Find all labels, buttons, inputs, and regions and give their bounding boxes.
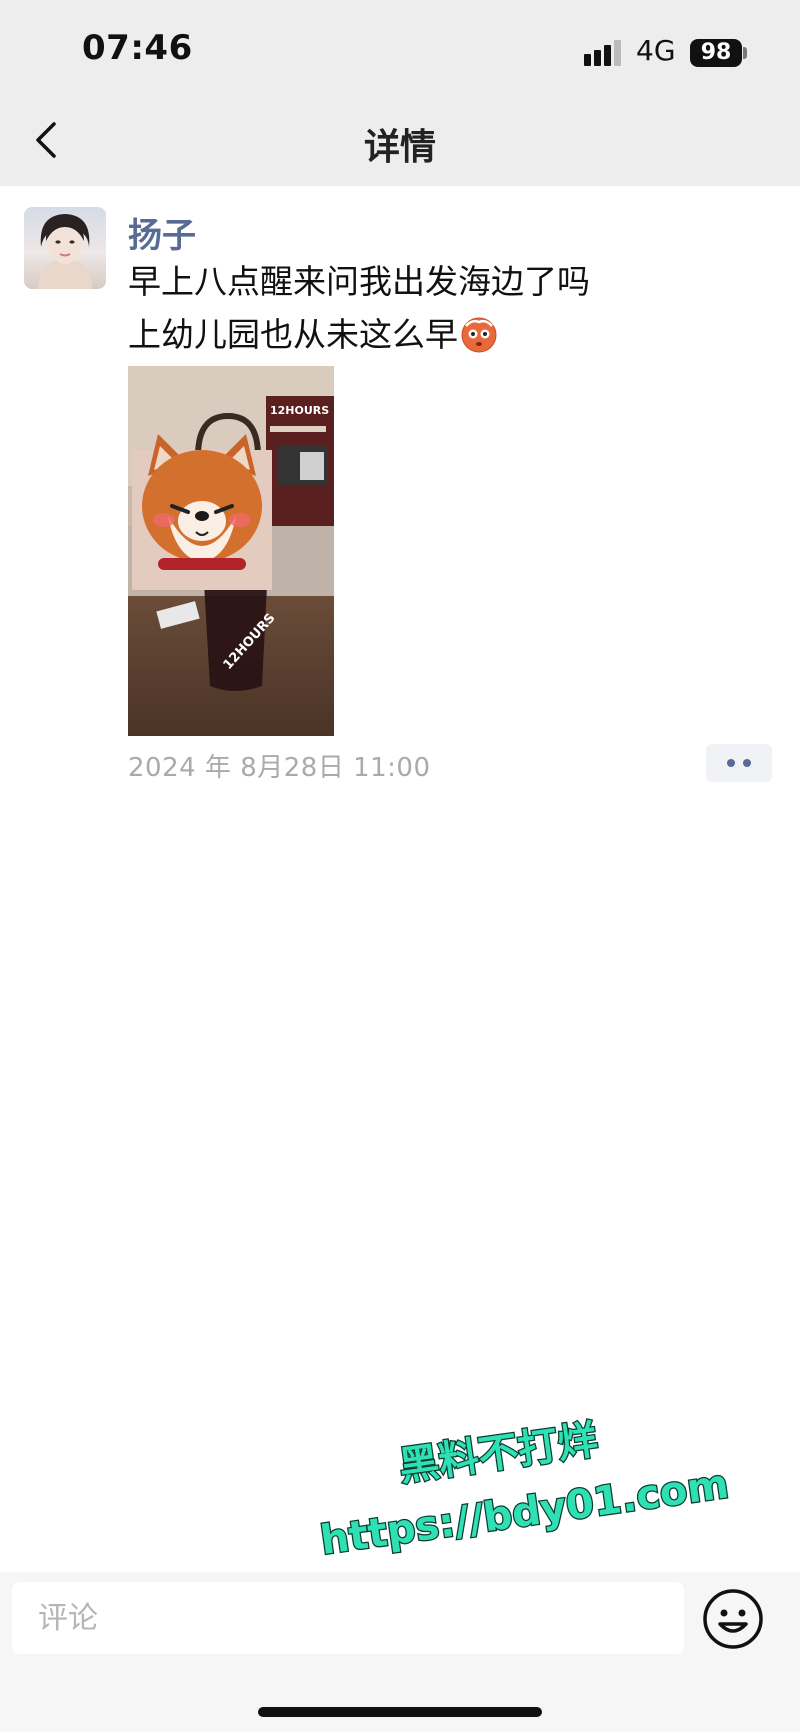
post-photo[interactable]: 12HOURS 12HOURS [128, 366, 334, 736]
comment-input[interactable] [12, 1582, 684, 1654]
home-indicator [258, 1707, 542, 1717]
post-text-line: 上幼儿园也从未这么早 [128, 312, 498, 358]
network-type: 4G [636, 34, 676, 67]
cellular-signal-icon [584, 40, 621, 66]
watermark-line-2: https://bdy01.com [318, 1461, 730, 1558]
dizzy-face-emoji-icon [461, 317, 497, 353]
page-title: 详情 [363, 127, 436, 168]
watermark: 黑料不打烊 https://bdy01.com [316, 1416, 730, 1558]
post-text: 早上八点醒来问我出发海边了吗 [128, 262, 590, 301]
status-time: 07:46 [82, 28, 193, 68]
watermark-line-1: 黑料不打烊 [396, 1417, 600, 1490]
post-text: 上幼儿园也从未这么早 [128, 315, 458, 354]
post-text-line: 早上八点醒来问我出发海边了吗 [128, 259, 590, 305]
smiley-icon[interactable] [700, 1586, 766, 1652]
battery-icon: 98 [690, 39, 742, 67]
battery-tip [743, 47, 747, 59]
post-author[interactable]: 扬子 [128, 208, 196, 257]
post-timestamp: 2024 年 8月28日 11:00 [128, 753, 431, 783]
more-dots-icon[interactable] [706, 744, 772, 782]
avatar[interactable] [24, 207, 106, 289]
photo-sign-text: 12HOURS [270, 404, 329, 417]
